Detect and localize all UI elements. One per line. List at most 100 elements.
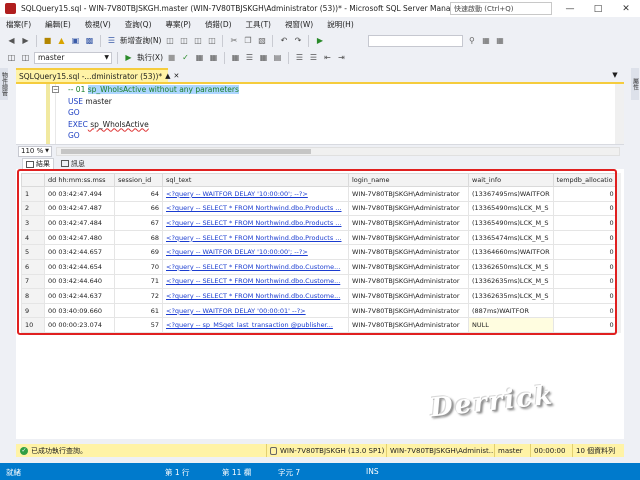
- code-area[interactable]: -- 01 sp_WhoIsActive without any paramet…: [68, 84, 239, 142]
- menu-view[interactable]: 檢視(V): [85, 19, 111, 30]
- tab-results[interactable]: 結果: [22, 158, 54, 169]
- execute-button[interactable]: 執行(X): [137, 52, 163, 63]
- table-row[interactable]: 7 00 03:42:44.640 71 <?query -- SELECT * FR…: [21, 273, 618, 290]
- mdx-query-icon[interactable]: ◫: [178, 35, 189, 46]
- xmla-query-icon[interactable]: ◫: [206, 35, 217, 46]
- table-row[interactable]: 8 00 03:42:44.637 72 <?query -- SELECT * FR…: [21, 288, 618, 304]
- comment-out-icon[interactable]: ☰: [294, 52, 305, 63]
- table-row[interactable]: 10 00 00:00:23.074 57 <?query -- sp_MSget_l…: [21, 317, 618, 333]
- column-header-sql-text[interactable]: sql_text: [162, 173, 349, 187]
- grid-vertical-scrollbar[interactable]: [615, 173, 621, 333]
- back-icon[interactable]: ◀: [6, 35, 17, 46]
- sql-text-link[interactable]: <?query -- SELECT * FROM Northwind.dbo.C…: [162, 273, 349, 290]
- menu-window[interactable]: 視窗(W): [285, 19, 313, 30]
- execute-icon[interactable]: ▶: [123, 52, 134, 63]
- column-header-wait-info[interactable]: wait_info: [468, 173, 554, 187]
- pin-icon[interactable]: ▲: [165, 72, 170, 80]
- document-list-dropdown-icon[interactable]: ▼: [608, 68, 622, 82]
- increase-indent-icon[interactable]: ⇥: [336, 52, 347, 63]
- sql-text-link[interactable]: <?query -- WAITFOR DELAY '10:00:00'; --?…: [162, 244, 349, 260]
- sql-text-link[interactable]: <?query -- SELECT * FROM Northwind.dbo.P…: [162, 215, 349, 231]
- table-row[interactable]: 9 00 03:40:09.660 61 <?query -- WAITFOR DEL…: [21, 302, 618, 319]
- results-table: dd hh:mm:ss.mss session_id sql_text logi…: [21, 173, 618, 333]
- solution-config-dropdown[interactable]: [368, 34, 464, 47]
- quick-launch-input[interactable]: 快速啟動 (Ctrl+Q): [450, 2, 552, 15]
- table-row[interactable]: 1 00 03:42:47.494 64 <?query -- WAITFOR DEL…: [21, 186, 618, 202]
- start-debug-icon[interactable]: ▶: [314, 35, 325, 46]
- tab-messages[interactable]: 訊息: [58, 158, 88, 169]
- redo-icon[interactable]: ↷: [292, 35, 303, 46]
- code-line: GO: [68, 130, 239, 142]
- save-all-icon[interactable]: ▩: [84, 35, 95, 46]
- properties-icon[interactable]: ▦: [480, 35, 491, 46]
- database-select[interactable]: master ▼: [34, 51, 112, 64]
- results-to-file-icon[interactable]: ▤: [272, 52, 283, 63]
- copy-icon[interactable]: ❐: [242, 35, 253, 46]
- menu-help[interactable]: 說明(H): [327, 19, 354, 30]
- object-explorer-connect-icon[interactable]: ◫: [6, 52, 17, 63]
- column-header-session-id[interactable]: session_id: [114, 173, 163, 187]
- menu-project[interactable]: 專案(P): [166, 19, 191, 30]
- paste-icon[interactable]: ▧: [256, 35, 267, 46]
- table-row[interactable]: 5 00 03:42:44.657 69 <?query -- WAITFOR DEL…: [21, 244, 618, 260]
- table-row[interactable]: 4 00 03:42:47.480 68 <?query -- SELECT * FR…: [21, 229, 618, 246]
- new-project-icon[interactable]: ■: [42, 35, 53, 46]
- column-header-tempdb-allocations[interactable]: tempdb_allocatio: [552, 173, 618, 187]
- cancel-query-icon[interactable]: ■: [166, 52, 177, 63]
- database-query-icon[interactable]: ◫: [164, 35, 175, 46]
- maximize-icon[interactable]: □: [584, 0, 612, 17]
- toolbox-icon[interactable]: ▦: [494, 35, 505, 46]
- sql-text-link[interactable]: <?query -- SELECT * FROM Northwind.dbo.P…: [162, 200, 349, 217]
- results-to-text-icon[interactable]: ☰: [244, 52, 255, 63]
- menu-file[interactable]: 檔案(F): [6, 19, 31, 30]
- object-explorer-tab[interactable]: 物件總管: [0, 68, 8, 100]
- scrollbar-thumb[interactable]: [61, 148, 311, 154]
- editor-vertical-scrollbar[interactable]: [615, 84, 624, 144]
- uncomment-icon[interactable]: ☰: [308, 52, 319, 63]
- sql-text-link[interactable]: <?query -- WAITFOR DELAY '10:00:00'; --?…: [162, 186, 349, 202]
- query-designer-icon[interactable]: ▦: [208, 52, 219, 63]
- undo-icon[interactable]: ↶: [278, 35, 289, 46]
- table-row[interactable]: 3 00 03:42:47.484 67 <?query -- SELECT * FR…: [21, 215, 618, 231]
- sql-text-link[interactable]: <?query -- sp_MSget_last_transaction @pu…: [162, 317, 349, 333]
- sql-text-link[interactable]: <?query -- WAITFOR DELAY '00:00:01' --?>: [162, 302, 349, 319]
- server-icon: [270, 446, 277, 455]
- sql-text-link[interactable]: <?query -- SELECT * FROM Northwind.dbo.C…: [162, 288, 349, 304]
- comment-prefix: -- 01: [68, 85, 88, 94]
- menu-query[interactable]: 查詢(Q): [125, 19, 152, 30]
- database-select-value: master: [38, 53, 65, 62]
- close-icon[interactable]: ✕: [612, 0, 640, 17]
- table-row[interactable]: 2 00 03:42:47.487 66 <?query -- SELECT * FR…: [21, 200, 618, 217]
- sql-text-link[interactable]: <?query -- SELECT * FROM Northwind.dbo.C…: [162, 258, 349, 275]
- column-header-duration[interactable]: dd hh:mm:ss.mss: [44, 173, 115, 187]
- zoom-select[interactable]: 110 % ▼: [18, 145, 52, 157]
- intellisense-icon[interactable]: ▦: [230, 52, 241, 63]
- sql-text-link[interactable]: <?query -- SELECT * FROM Northwind.dbo.P…: [162, 229, 349, 246]
- editor-horizontal-scrollbar[interactable]: [56, 146, 620, 156]
- login-name-cell: WIN-7V80TBJSKGH\Administrator: [348, 200, 469, 217]
- find-icon[interactable]: ⚲: [466, 35, 477, 46]
- parse-icon[interactable]: ✓: [180, 52, 191, 63]
- close-tab-icon[interactable]: ✕: [174, 72, 180, 80]
- menu-debug[interactable]: 偵錯(D): [205, 19, 232, 30]
- column-header-login-name[interactable]: login_name: [348, 173, 469, 187]
- menu-edit[interactable]: 編輯(E): [45, 19, 71, 30]
- document-tab[interactable]: SQLQuery15.sql -...dministrator (53))* ▲…: [16, 68, 179, 82]
- results-to-grid-icon[interactable]: ▦: [258, 52, 269, 63]
- save-icon[interactable]: ▣: [70, 35, 81, 46]
- minimize-icon[interactable]: —: [556, 0, 584, 17]
- new-query-icon[interactable]: ☰: [106, 35, 117, 46]
- new-query-button[interactable]: 新增查詢(N): [120, 35, 161, 46]
- change-connection-icon[interactable]: ◫: [20, 52, 31, 63]
- dmx-query-icon[interactable]: ◫: [192, 35, 203, 46]
- sql-editor[interactable]: − -- 01 sp_WhoIsActive without any param…: [16, 84, 624, 144]
- open-file-icon[interactable]: ▲: [56, 35, 67, 46]
- decrease-indent-icon[interactable]: ⇤: [322, 52, 333, 63]
- table-row[interactable]: 6 00 03:42:44.654 70 <?query -- SELECT * FR…: [21, 258, 618, 275]
- cut-icon[interactable]: ✂: [228, 35, 239, 46]
- display-plan-icon[interactable]: ▦: [194, 52, 205, 63]
- menu-tools[interactable]: 工具(T): [246, 19, 271, 30]
- collapse-icon[interactable]: −: [52, 86, 59, 93]
- forward-icon[interactable]: ▶: [20, 35, 31, 46]
- properties-tab[interactable]: 屬性: [631, 68, 639, 100]
